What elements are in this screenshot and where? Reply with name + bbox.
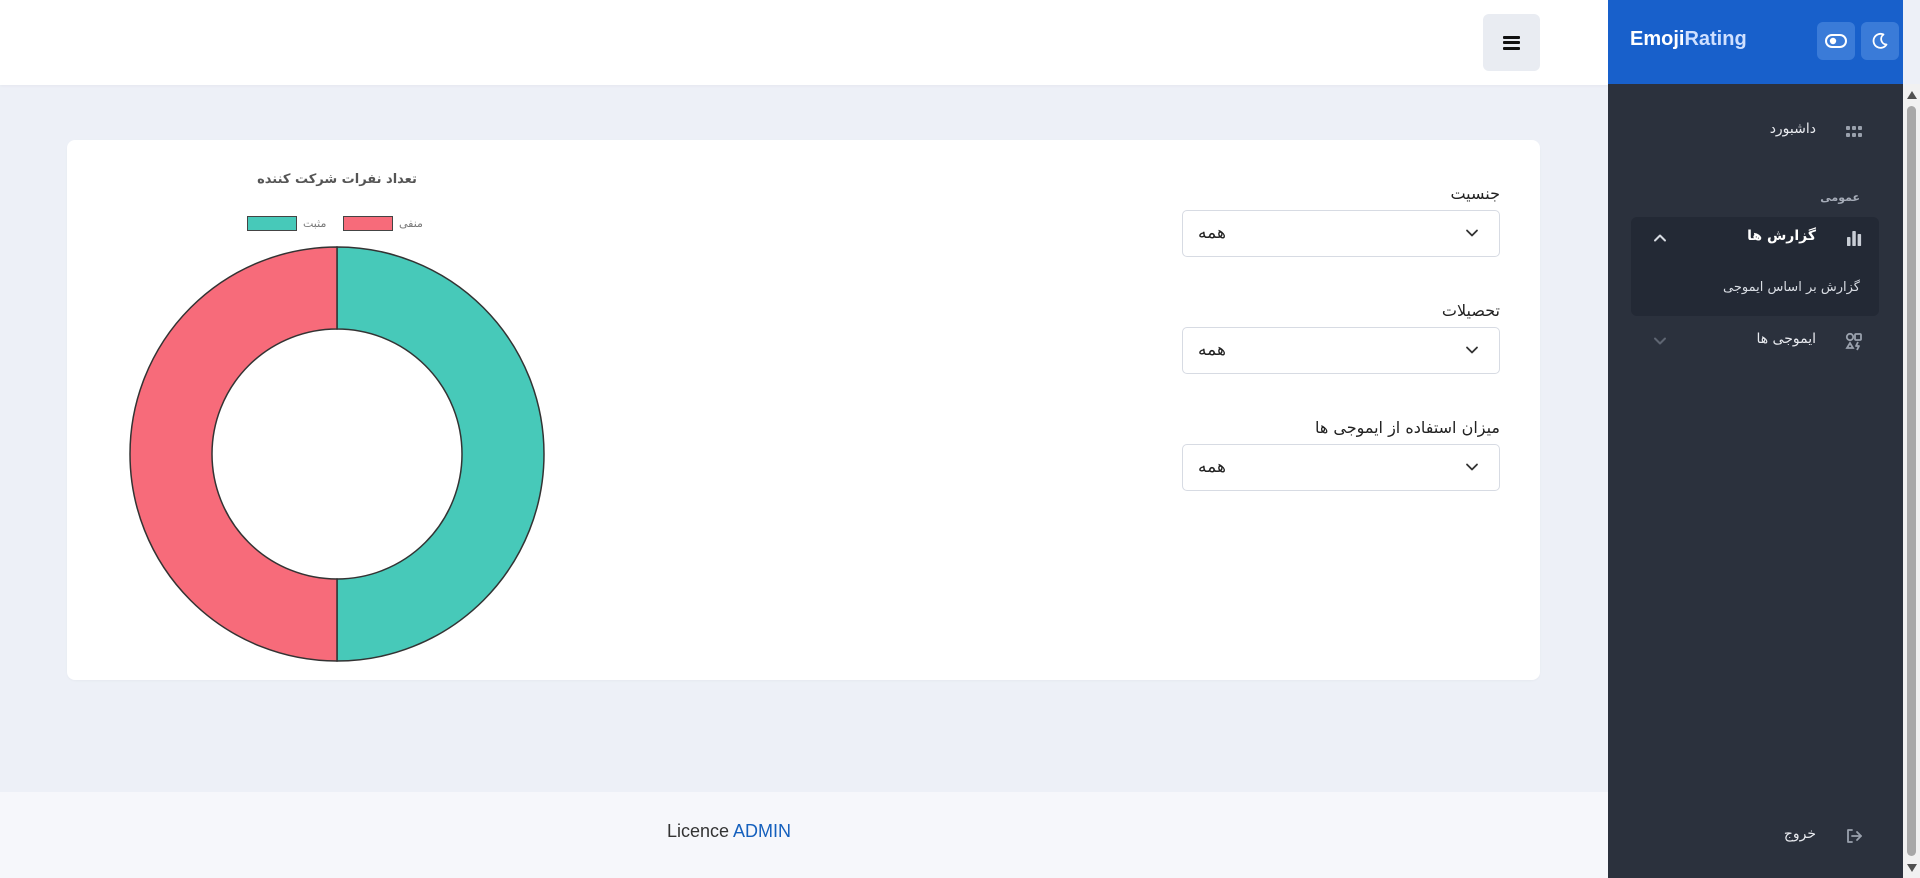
footer — [0, 792, 1608, 878]
emoji-usage-label: میزان استفاده از ایموجی ها — [1314, 418, 1500, 437]
donut-slice-negative[interactable] — [129, 246, 338, 662]
sidebar-item-reports[interactable]: گزارش ها — [1747, 228, 1816, 244]
education-select[interactable]: همه — [1182, 327, 1500, 374]
dark-mode-button[interactable] — [1861, 22, 1899, 60]
toggle-icon — [1825, 34, 1847, 48]
legend-item-positive[interactable]: مثبت — [247, 216, 326, 231]
donut-chart — [129, 246, 545, 662]
emoji-usage-select[interactable]: همه — [1182, 444, 1500, 491]
top-bar — [0, 0, 1608, 85]
chart-title: تعداد نفرات شرکت کننده — [257, 172, 417, 187]
licence-label: Licence — [667, 821, 730, 841]
moon-icon — [1872, 33, 1888, 49]
grid-icon — [1846, 126, 1862, 137]
emoji-usage-select-value: همه — [1198, 457, 1226, 477]
scroll-down-arrow[interactable] — [1907, 864, 1917, 872]
chevron-down-icon — [1466, 346, 1478, 354]
section-label-general: عمومی — [1820, 191, 1860, 204]
sidebar-header: EmojiRating — [1608, 0, 1903, 84]
emoji-shapes-icon — [1845, 332, 1862, 351]
gender-select[interactable]: همه — [1182, 210, 1500, 257]
layout-toggle-button[interactable] — [1817, 22, 1855, 60]
chevron-down-icon[interactable] — [1652, 333, 1668, 349]
education-label: تحصیلات — [1441, 301, 1500, 320]
chevron-up-icon[interactable] — [1652, 230, 1668, 246]
sidebar-scrollbar[interactable] — [1903, 84, 1920, 878]
scroll-up-arrow[interactable] — [1907, 91, 1917, 99]
legend-swatch-negative — [343, 216, 393, 231]
sidebar-item-dashboard[interactable]: داشبورد — [1770, 121, 1816, 137]
chevron-down-icon — [1466, 463, 1478, 471]
legend-label-positive: مثبت — [303, 217, 327, 230]
sidebar-subitem-emoji-report[interactable]: گزارش بر اساس ایموجی — [1723, 280, 1860, 295]
sidebar: EmojiRating داشبورد عمومی گزارش ها گزارش… — [1608, 0, 1903, 878]
brand-part2: Rating — [1684, 28, 1747, 50]
brand-logo[interactable]: EmojiRating — [1630, 28, 1747, 51]
legend-swatch-positive — [247, 216, 297, 231]
bar-chart-icon — [1847, 231, 1862, 246]
gender-label: جنسیت — [1450, 184, 1500, 203]
sidebar-item-logout[interactable]: خروج — [1784, 826, 1816, 842]
scroll-thumb[interactable] — [1907, 106, 1916, 856]
hamburger-icon — [1503, 35, 1520, 50]
admin-link[interactable]: ADMIN — [733, 821, 791, 841]
gender-select-value: همه — [1198, 223, 1226, 243]
legend-item-negative[interactable]: منفی — [343, 216, 423, 231]
donut-slice-positive[interactable] — [336, 246, 545, 662]
hamburger-menu-button[interactable] — [1483, 14, 1540, 71]
footer-text: Licence ADMIN — [667, 821, 791, 842]
education-select-value: همه — [1198, 340, 1226, 360]
legend-label-negative: منفی — [399, 217, 423, 230]
sidebar-item-emojis[interactable]: ایموجی ها — [1756, 331, 1816, 347]
chevron-down-icon — [1466, 229, 1478, 237]
brand-part1: Emoji — [1630, 28, 1685, 50]
logout-icon — [1847, 829, 1862, 843]
